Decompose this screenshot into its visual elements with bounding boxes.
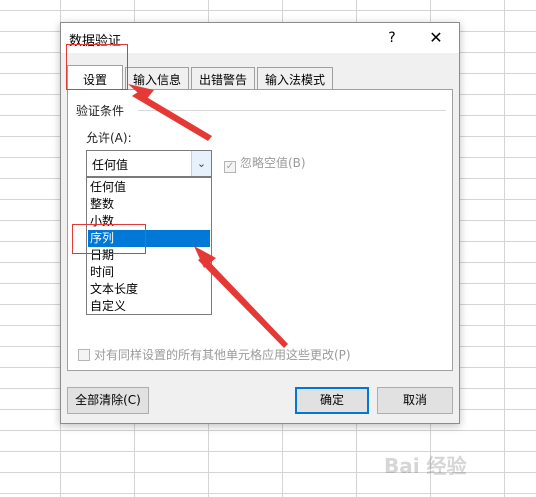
arrow-shaft-to-list xyxy=(198,256,288,348)
annotation-arrows xyxy=(128,84,288,348)
arrow-head-to-list xyxy=(194,246,216,268)
arrow-shaft-to-tab xyxy=(132,92,212,141)
watermark-logo: Bai 经验 xyxy=(384,454,467,478)
